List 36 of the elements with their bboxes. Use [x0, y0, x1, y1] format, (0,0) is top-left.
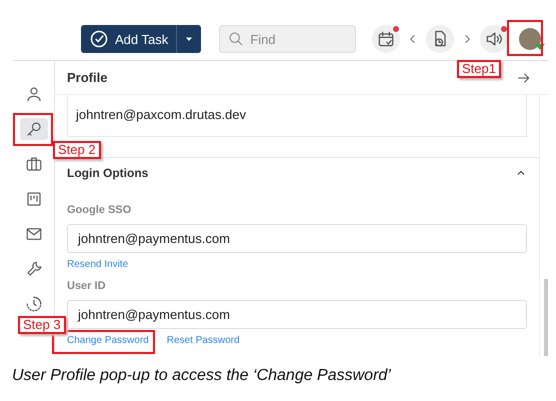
- mail-icon: [24, 225, 42, 243]
- speaker-button[interactable]: [480, 25, 508, 53]
- text-field[interactable]: johntren@paymentus.com: [67, 300, 527, 329]
- highlight-frame: [13, 113, 53, 146]
- field-label: User ID: [67, 280, 107, 292]
- history-icon: [24, 295, 42, 313]
- sidebar-item[interactable]: [20, 118, 48, 140]
- caption: User Profile pop-up to access the ‘Change Password’: [12, 367, 392, 385]
- key-icon: [24, 120, 42, 138]
- field-label: Google SSO: [67, 204, 132, 216]
- profile-title: Profile: [67, 70, 108, 85]
- link[interactable]: Change Password: [67, 335, 149, 346]
- check-circle-icon: [89, 29, 109, 49]
- add-task-button[interactable]: Add Task: [81, 25, 202, 53]
- step-label: Step 2: [53, 141, 101, 159]
- calendar-button[interactable]: [372, 25, 400, 53]
- briefcase-icon: [24, 155, 42, 173]
- link[interactable]: Resend Invite: [67, 259, 128, 270]
- board-icon: [24, 190, 42, 208]
- notification-dot: [393, 26, 400, 32]
- text-field[interactable]: johntren@paymentus.com: [67, 224, 527, 253]
- email-field[interactable]: johntren@paxcom.drutas.dev: [67, 95, 527, 137]
- highlight-frame: [507, 20, 543, 56]
- wrench-icon: [24, 260, 42, 278]
- step-label: Step1: [457, 60, 501, 78]
- step-label: Step 3: [18, 316, 66, 334]
- section-title: Login Options: [67, 166, 148, 180]
- status-triangle-icon: [535, 44, 546, 50]
- section-header[interactable]: Login Options: [55, 158, 539, 188]
- clock-document-button[interactable]: [426, 25, 454, 53]
- notification-dot: [501, 26, 508, 32]
- search-field[interactable]: Find: [219, 25, 356, 53]
- link[interactable]: Reset Password: [166, 335, 240, 346]
- calendar-icon: [376, 29, 396, 49]
- person-icon: [24, 85, 42, 103]
- scrollbar-thumb[interactable]: [544, 279, 548, 356]
